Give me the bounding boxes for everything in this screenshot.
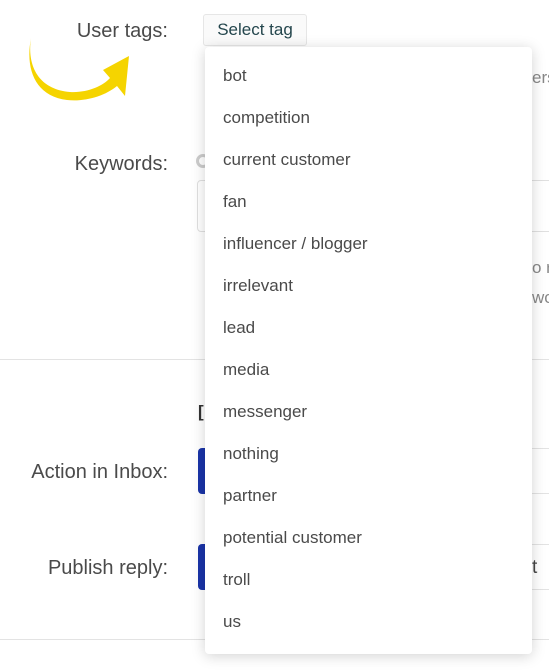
publish-line-top [532, 544, 549, 545]
curved-arrow-icon [29, 38, 130, 101]
dropdown-item-competition[interactable]: competition [205, 97, 532, 139]
dropdown-item-bot[interactable]: bot [205, 55, 532, 97]
tag-dropdown-menu: bot competition current customer fan inf… [205, 47, 532, 654]
hint-text-fragment-1: o r [532, 258, 549, 277]
dropdown-item-potential-customer[interactable]: potential customer [205, 517, 532, 559]
publish-line-bottom [532, 589, 549, 590]
dropdown-item-troll[interactable]: troll [205, 559, 532, 601]
dropdown-item-lead[interactable]: lead [205, 307, 532, 349]
users-text-fragment: ers [532, 68, 549, 87]
dropdown-item-messenger[interactable]: messenger [205, 391, 532, 433]
action-line-bottom [532, 493, 549, 494]
publish-reply-label: Publish reply: [47, 557, 168, 579]
dropdown-item-partner[interactable]: partner [205, 475, 532, 517]
dropdown-item-nothing[interactable]: nothing [205, 433, 532, 475]
dropdown-item-fan[interactable]: fan [205, 181, 532, 223]
action-line-top [532, 448, 549, 449]
hint-text-fragment-2: wo [532, 288, 549, 307]
dropdown-item-influencer-blogger[interactable]: influencer / blogger [205, 223, 532, 265]
dropdown-item-us[interactable]: us [205, 601, 532, 643]
section-header-fragment: [ [198, 402, 204, 421]
dropdown-item-media[interactable]: media [205, 349, 532, 391]
dropdown-item-irrelevant[interactable]: irrelevant [205, 265, 532, 307]
action-in-inbox-label: Action in Inbox: [31, 461, 168, 483]
select-tag-button[interactable]: Select tag [203, 14, 307, 46]
keywords-label: Keywords: [74, 153, 168, 175]
user-tags-label: User tags: [76, 20, 168, 42]
publish-text-fragment: t [532, 557, 538, 578]
dropdown-item-current-customer[interactable]: current customer [205, 139, 532, 181]
